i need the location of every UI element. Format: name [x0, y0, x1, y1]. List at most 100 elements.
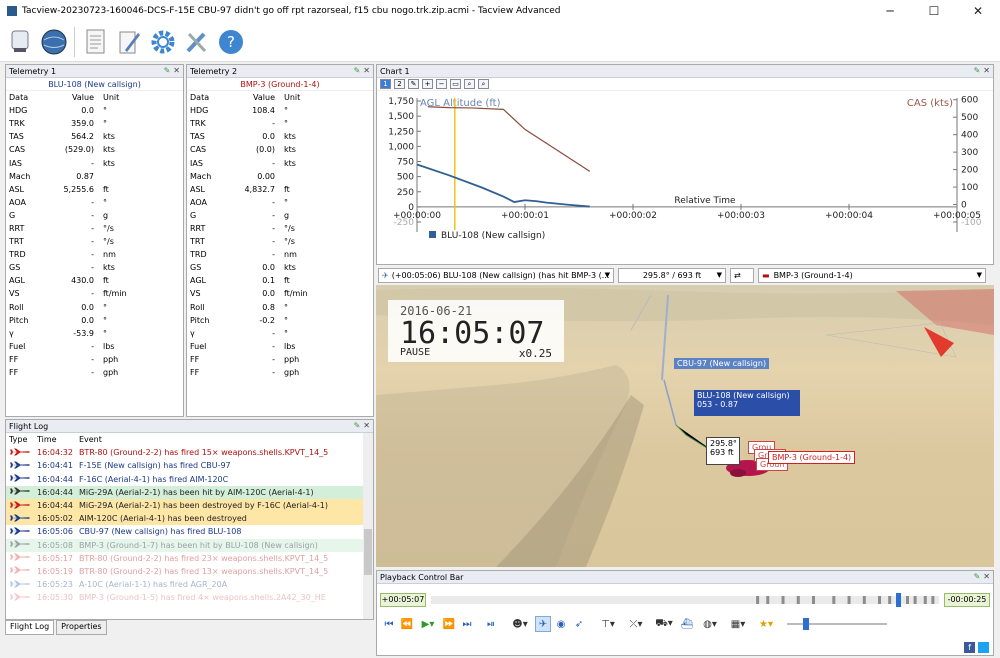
minimize-button[interactable]: ─	[868, 0, 912, 22]
chart-search-icon[interactable]: ⌕	[464, 79, 475, 89]
chart-one-button[interactable]: 1	[380, 79, 391, 89]
y-right-tick-label: 400	[961, 131, 978, 141]
param-name: γ	[9, 328, 14, 338]
pin-icon[interactable]: ✎	[354, 66, 361, 75]
fast-forward-icon[interactable]: ⏩	[441, 616, 457, 632]
globe-view-icon[interactable]: ◉	[553, 616, 569, 632]
close-icon[interactable]: ✕	[363, 66, 370, 75]
param-name: GS	[190, 263, 202, 273]
telemetry-row: AOA - °	[187, 196, 373, 209]
speed-slider[interactable]	[787, 616, 887, 632]
facebook-icon[interactable]: f	[964, 642, 975, 653]
chart-plot[interactable]: -25002505007501,0001,2501,5001,750-10001…	[377, 92, 993, 264]
log-row[interactable]: 16:05:17 BTR-80 (Ground-2-2) has fired 23…	[6, 551, 373, 565]
blu-108-label[interactable]: BLU-108 (New callsign) 053 - 0.87	[694, 390, 800, 416]
log-row[interactable]: 16:04:41 F-15E (New callsign) has fired C…	[6, 459, 373, 473]
telemetry-row: G -g	[187, 209, 373, 222]
param-name: ASL	[9, 184, 25, 194]
log-row[interactable]: 16:05:06 CBU-97 (New callsign) has fired …	[6, 525, 373, 539]
twitter-icon[interactable]	[978, 642, 989, 653]
telemetry-row: GS - kts	[6, 261, 183, 274]
tab-flight-log[interactable]: Flight Log	[5, 620, 55, 635]
event-cell: F-15E (New callsign) has fired CBU-97	[78, 461, 231, 471]
pin-icon[interactable]: ✎	[974, 66, 981, 75]
flight-log-header: Flight Log ✎ ✕	[6, 420, 373, 433]
log-row[interactable]: 16:05:02 AIM-120C (Aerial-4-1) has been d…	[6, 512, 373, 526]
log-row[interactable]: 16:04:32 BTR-80 (Ground-2-2) has fired 15…	[6, 446, 373, 460]
telemetry2-table: Data Value Unit HDG 108.4 ° TRK - ° TAS 0.0 kts CAS(…	[187, 91, 373, 379]
display-options-icon[interactable]: ▦▾	[725, 616, 751, 632]
rewind-icon[interactable]: ⏪	[399, 616, 415, 632]
close-icon[interactable]: ✕	[983, 572, 990, 581]
log-row[interactable]: 16:05:08 BMP-3 (Ground-1-7) has been hit …	[6, 538, 373, 552]
chart-search-alt-icon[interactable]: ⌕	[478, 79, 489, 89]
series-line-0[interactable]	[416, 163, 590, 208]
log-row[interactable]: 16:05:19 BTR-80 (Ground-2-2) has fired 13…	[6, 564, 373, 579]
last-frame-icon[interactable]: ⏭	[459, 616, 475, 632]
terrain-icon[interactable]: ◍▾	[697, 616, 723, 632]
grid-icon[interactable]: ⤫▾	[623, 616, 649, 632]
speed-slider-thumb[interactable]	[803, 618, 809, 630]
log-row[interactable]: 16:05:23 A-10C (Aerial-1-1) has fired AGR…	[6, 578, 373, 592]
play-icon[interactable]: ▶▾	[417, 616, 439, 632]
distance-value: 693 ft	[710, 448, 734, 457]
help-icon[interactable]: ?	[217, 26, 245, 58]
pin-icon[interactable]: ✎	[164, 66, 171, 75]
playback-panel: Playback Control Bar ✎ ✕ +00:05:07 -00:00…	[376, 570, 994, 656]
param-unit: ft/min	[284, 289, 308, 299]
log-row[interactable]: 16:05:30 BMP-3 (Ground-1-5) has fired 4× …	[6, 591, 373, 605]
pin-icon[interactable]: ✎	[974, 572, 981, 581]
flight-log-tabs: Flight Log Properties	[5, 620, 373, 635]
close-icon[interactable]: ✕	[363, 421, 370, 430]
y-left-tick-label: 1,250	[388, 127, 414, 137]
param-unit	[277, 170, 373, 183]
document-icon[interactable]	[81, 26, 109, 58]
swap-button[interactable]: ⇄	[730, 267, 754, 283]
timeline-event-mark	[766, 596, 770, 604]
series-line-1[interactable]	[427, 106, 591, 172]
tab-properties[interactable]: Properties	[56, 620, 107, 635]
3d-view[interactable]: 2016-06-21 16:05:07 PAUSE x0.25 CBU-97 (…	[376, 285, 994, 567]
event-selector[interactable]: ✈ (+00:05:06) BLU-108 (New callsign) (ha…	[378, 267, 614, 283]
maximize-button[interactable]: ☐	[912, 0, 956, 22]
y-left-tick-label: 500	[397, 173, 414, 183]
labels-icon[interactable]: ⊤▾	[595, 616, 621, 632]
target-selector[interactable]: ▬ BMP-3 (Ground-1-4) ▼	[758, 267, 986, 283]
close-icon[interactable]: ✕	[173, 66, 180, 75]
log-row[interactable]: 16:04:44 MiG-29A (Aerial-2-1) has been hi…	[6, 485, 373, 499]
log-row[interactable]: 16:04:44 MiG-29A (Aerial-2-1) has been de…	[6, 498, 373, 513]
timeline-track[interactable]	[431, 593, 939, 607]
param-name: GS	[9, 263, 21, 273]
tools-icon[interactable]	[183, 26, 211, 58]
bmp-3-label[interactable]: BMP-3 (Ground-1-4)	[768, 451, 856, 464]
cbu-97-label[interactable]: CBU-97 (New callsign)	[674, 358, 770, 369]
param-unit: nm	[284, 250, 297, 260]
log-scrollbar-thumb[interactable]	[364, 529, 372, 575]
pin-icon[interactable]: ✎	[354, 421, 361, 430]
param-name: AOA	[9, 197, 26, 207]
aircraft-view-icon[interactable]: ✈	[535, 616, 551, 632]
param-unit: °	[284, 119, 288, 129]
chart-zoom-out-icon[interactable]: −	[436, 79, 447, 89]
vehicles-icon[interactable]: ⛟▾	[651, 616, 677, 632]
chart-fit-icon[interactable]: ▭	[450, 79, 461, 89]
timeline-thumb[interactable]	[896, 593, 902, 607]
load-icon[interactable]	[6, 26, 34, 58]
external-view-icon[interactable]: ➶	[571, 616, 587, 632]
edit-icon[interactable]	[115, 26, 143, 58]
close-icon[interactable]: ✕	[983, 66, 990, 75]
ship-icon[interactable]: ⛴	[679, 616, 695, 632]
pilot-view-icon[interactable]: ☻▾	[507, 616, 533, 632]
step-icon[interactable]: ⏯	[483, 616, 499, 632]
close-button[interactable]: ✕	[956, 0, 1000, 22]
chart-two-button[interactable]: 2	[394, 79, 405, 89]
chart-zoom-in-icon[interactable]: +	[422, 79, 433, 89]
settings-icon[interactable]	[149, 26, 177, 58]
log-scrollbar[interactable]	[363, 433, 373, 619]
globe-icon[interactable]	[40, 26, 68, 58]
log-row[interactable]: 16:04:44 F-16C (Aerial-4-1) has fired AIM…	[6, 472, 373, 486]
bearing-selector[interactable]: 295.8° / 693 ft ▼	[618, 267, 726, 283]
chart-pick-icon[interactable]: ✎	[408, 79, 419, 89]
first-frame-icon[interactable]: ⏮	[381, 616, 397, 632]
bookmark-star-icon[interactable]: ★▾	[753, 616, 779, 632]
